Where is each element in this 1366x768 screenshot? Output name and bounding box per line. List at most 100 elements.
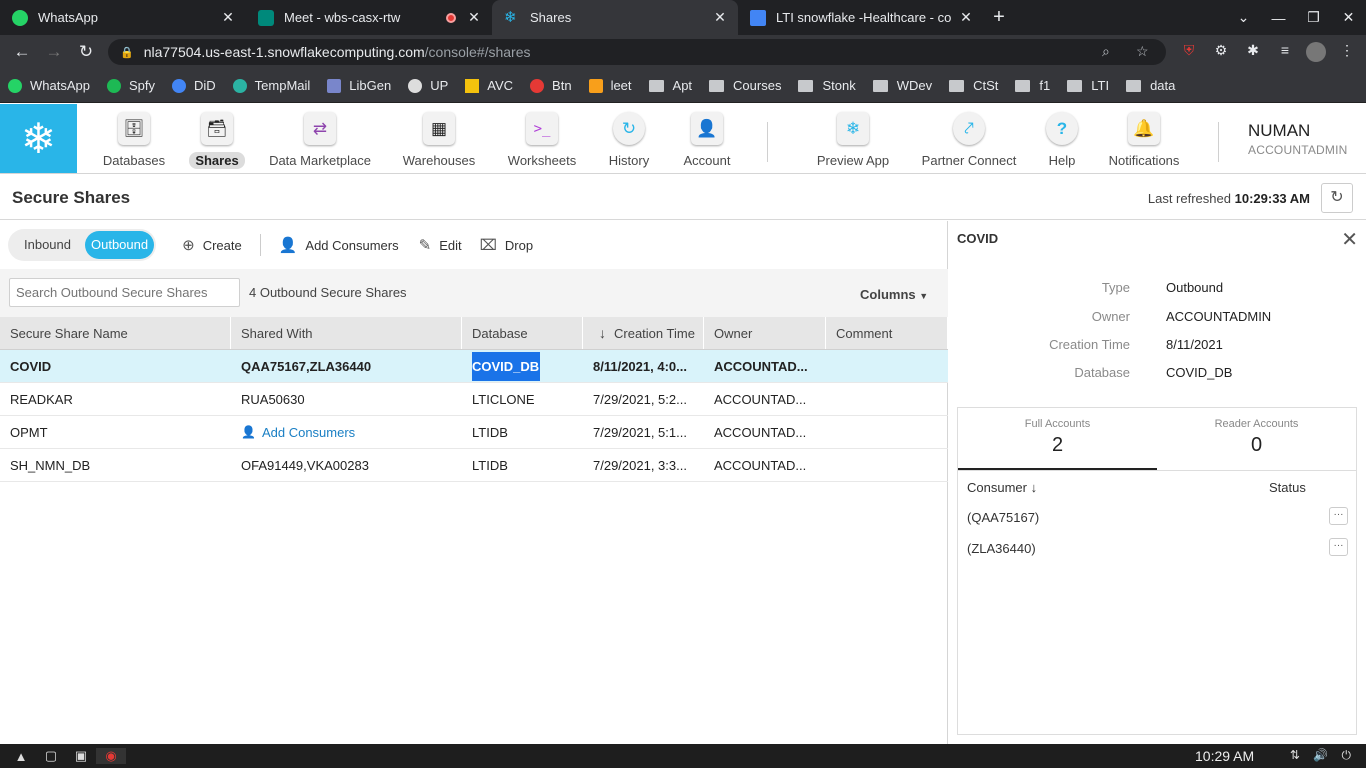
avatar[interactable] bbox=[1306, 42, 1326, 62]
user-menu[interactable]: NUMAN ACCOUNTADMIN bbox=[1248, 121, 1348, 157]
puzzle-icon[interactable]: ✱ bbox=[1242, 42, 1264, 62]
nav-shares[interactable]: 🗃 Shares bbox=[185, 104, 249, 173]
bookmark-folder-ctst[interactable]: CtSt bbox=[949, 78, 998, 93]
folder-icon bbox=[1015, 79, 1031, 92]
nav-help[interactable]: ? Help bbox=[1042, 104, 1082, 173]
cell-comment bbox=[826, 416, 948, 448]
close-icon[interactable]: ✕ bbox=[712, 9, 728, 26]
zoom-icon[interactable]: ⌕ bbox=[1102, 43, 1110, 60]
inbound-toggle[interactable]: Inbound bbox=[10, 231, 85, 259]
bookmark-folder-lti[interactable]: LTI bbox=[1067, 78, 1109, 93]
drop-button[interactable]: ⌧ Drop bbox=[480, 236, 533, 254]
star-icon[interactable]: ☆ bbox=[1136, 43, 1149, 60]
outbound-toggle[interactable]: Outbound bbox=[85, 231, 155, 259]
bookmark-did[interactable]: DiD bbox=[172, 78, 216, 93]
column-header-comment[interactable]: Comment bbox=[826, 317, 948, 349]
terminal-app-icon[interactable]: ▣ bbox=[66, 748, 96, 764]
add-consumers-link[interactable]: 👤 Add Consumers bbox=[231, 416, 462, 448]
chrome-icon[interactable]: ◉ bbox=[96, 748, 126, 764]
close-window-icon[interactable]: ✕ bbox=[1331, 9, 1366, 26]
close-panel-icon[interactable]: ✕ bbox=[1341, 227, 1358, 252]
nav-label: History bbox=[608, 153, 650, 168]
snowflake-logo-icon[interactable]: ❄ bbox=[0, 104, 77, 173]
clock[interactable]: 10:29 AM bbox=[1195, 748, 1254, 764]
nav-label: Notifications bbox=[1108, 153, 1180, 168]
files-icon[interactable]: ▢ bbox=[36, 748, 66, 764]
search-input[interactable] bbox=[9, 278, 240, 307]
table-row[interactable]: SH_NMN_DB OFA91449,VKA00283 LTIDB 7/29/2… bbox=[0, 449, 948, 482]
profile-menu-icon[interactable]: ⌄ bbox=[1226, 9, 1261, 26]
nav-partner-connect[interactable]: ⤤ Partner Connect bbox=[916, 104, 1022, 173]
nav-data-marketplace[interactable]: ⇄ Data Marketplace bbox=[266, 104, 374, 173]
create-button[interactable]: ⊕ Create bbox=[182, 236, 242, 254]
bookmark-up[interactable]: UP bbox=[408, 78, 448, 93]
back-icon[interactable]: ← bbox=[6, 42, 38, 62]
tab-full-accounts[interactable]: Full Accounts 2 bbox=[958, 408, 1157, 470]
refresh-button[interactable]: ↻ bbox=[1321, 183, 1353, 213]
column-header-name[interactable]: Secure Share Name bbox=[0, 317, 231, 349]
tab-reader-accounts[interactable]: Reader Accounts 0 bbox=[1157, 408, 1356, 470]
bookmark-label: LibGen bbox=[349, 78, 392, 93]
bookmark-spfy[interactable]: Spfy bbox=[106, 78, 155, 93]
edit-button[interactable]: ✎ Edit bbox=[419, 236, 462, 254]
media-icon[interactable]: ≡ bbox=[1274, 42, 1296, 62]
bookmark-folder-wdev[interactable]: WDev bbox=[872, 78, 932, 93]
cell-creation-time: 7/29/2021, 5:2... bbox=[593, 391, 687, 407]
nav-history[interactable]: ↻ History bbox=[602, 104, 656, 173]
column-header-creation-time[interactable]: ↓ Creation Time bbox=[583, 317, 704, 349]
new-tab-button[interactable]: + bbox=[984, 0, 1014, 35]
nav-worksheets[interactable]: >_ Worksheets bbox=[503, 104, 581, 173]
browser-tab-meet[interactable]: Meet - wbs-casx-rtw ✕ bbox=[246, 0, 492, 35]
table-row[interactable]: READKAR RUA50630 LTICLONE 7/29/2021, 5:2… bbox=[0, 383, 948, 416]
bookmark-avc[interactable]: AVC bbox=[465, 78, 513, 93]
columns-dropdown[interactable]: Columns ▼ bbox=[860, 287, 928, 302]
browser-tab-docs[interactable]: LTI snowflake -Healthcare - co ✕ bbox=[738, 0, 984, 35]
tab-title: LTI snowflake -Healthcare - co bbox=[776, 10, 952, 25]
launcher-icon[interactable]: ▲ bbox=[6, 749, 36, 764]
close-icon[interactable]: ✕ bbox=[958, 9, 974, 26]
column-header-database[interactable]: Database bbox=[462, 317, 583, 349]
nav-account[interactable]: 👤 Account bbox=[678, 104, 736, 173]
ublock-icon[interactable]: ⛨ bbox=[1178, 42, 1200, 62]
nav-warehouses[interactable]: ▦ Warehouses bbox=[399, 104, 479, 173]
bookmark-folder-data[interactable]: data bbox=[1126, 78, 1175, 93]
maximize-icon[interactable]: ❐ bbox=[1296, 9, 1331, 26]
minimize-icon[interactable]: — bbox=[1261, 10, 1296, 26]
more-options-button[interactable]: ··· bbox=[1329, 507, 1348, 525]
nav-notifications[interactable]: 🔔 Notifications bbox=[1101, 104, 1187, 173]
forward-icon[interactable]: → bbox=[38, 42, 70, 62]
column-header-shared-with[interactable]: Shared With bbox=[231, 317, 462, 349]
address-bar[interactable]: 🔒 nla77504.us-east-1.snowflakecomputing.… bbox=[108, 39, 1166, 65]
close-icon[interactable]: ✕ bbox=[220, 9, 236, 26]
bookmark-leet[interactable]: leet bbox=[588, 78, 632, 93]
table-row[interactable]: COVID QAA75167,ZLA36440 COVID_DB 8/11/20… bbox=[0, 350, 948, 383]
more-options-button[interactable]: ··· bbox=[1329, 538, 1348, 556]
header-label: Comment bbox=[836, 325, 893, 341]
browser-tab-shares[interactable]: ❄ Shares ✕ bbox=[492, 0, 738, 35]
more-icon[interactable]: ⋮ bbox=[1336, 42, 1358, 62]
bookmark-folder-f1[interactable]: f1 bbox=[1015, 78, 1050, 93]
system-tray[interactable]: ⇅ 🔊 ⏻ bbox=[1290, 748, 1356, 763]
nav-preview-app[interactable]: ❄ Preview App bbox=[812, 104, 894, 173]
browser-tab-whatsapp[interactable]: WhatsApp ✕ bbox=[0, 0, 246, 35]
settings-ext-icon[interactable]: ⚙ bbox=[1210, 42, 1232, 62]
bookmark-folder-courses[interactable]: Courses bbox=[709, 78, 781, 93]
bookmark-folder-stonk[interactable]: Stonk bbox=[798, 78, 856, 93]
reload-icon[interactable]: ↻ bbox=[70, 42, 102, 62]
app-top-nav: ❄ 🗄 Databases 🗃 Shares ⇄ Data Marketplac… bbox=[0, 104, 1366, 174]
edit-label: Edit bbox=[439, 237, 462, 253]
bookmark-libgen[interactable]: LibGen bbox=[327, 78, 391, 93]
close-icon[interactable]: ✕ bbox=[466, 9, 482, 26]
bookmark-whatsapp[interactable]: WhatsApp bbox=[8, 78, 90, 93]
table-row[interactable]: OPMT 👤 Add Consumers LTIDB 7/29/2021, 5:1… bbox=[0, 416, 948, 449]
nav-label: Worksheets bbox=[507, 153, 577, 168]
bookmark-label: Btn bbox=[552, 78, 572, 93]
nav-databases[interactable]: 🗄 Databases bbox=[102, 104, 166, 173]
column-header-owner[interactable]: Owner bbox=[704, 317, 826, 349]
field-label: Owner bbox=[1091, 309, 1130, 324]
consumer-column-header[interactable]: Consumer ↓ bbox=[967, 480, 1037, 495]
bookmark-btn[interactable]: Btn bbox=[530, 78, 572, 93]
add-consumers-button[interactable]: 👤 Add Consumers bbox=[279, 236, 399, 254]
bookmark-folder-apt[interactable]: Apt bbox=[648, 78, 692, 93]
bookmark-tempmail[interactable]: TempMail bbox=[232, 78, 310, 93]
